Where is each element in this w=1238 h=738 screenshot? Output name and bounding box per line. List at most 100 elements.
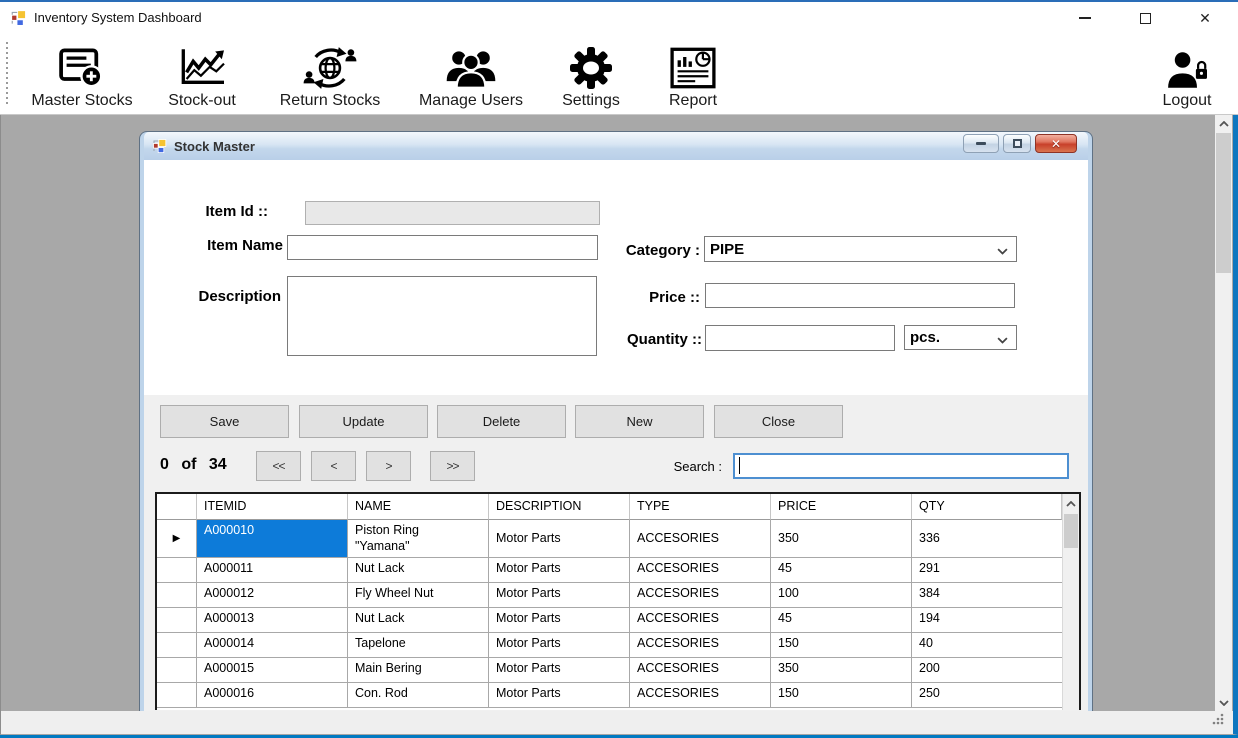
column-header[interactable]: QTY bbox=[912, 494, 1062, 520]
cell-name[interactable]: Nut Lack bbox=[348, 558, 489, 583]
cell-price[interactable]: 100 bbox=[771, 583, 912, 608]
quantity-field[interactable] bbox=[705, 325, 895, 351]
cell-description[interactable]: Motor Parts bbox=[489, 558, 630, 583]
cell-price[interactable]: 45 bbox=[771, 558, 912, 583]
update-button[interactable]: Update bbox=[299, 405, 428, 438]
toolbar-item-return-stocks[interactable]: Return Stocks bbox=[270, 38, 390, 110]
table-row[interactable]: A000013 Nut Lack Motor Parts ACCESORIES … bbox=[157, 608, 1062, 633]
column-header[interactable]: ITEMID bbox=[197, 494, 348, 520]
cell-description[interactable]: Motor Parts bbox=[489, 583, 630, 608]
category-dropdown[interactable]: PIPE bbox=[704, 236, 1017, 262]
table-row[interactable]: A000012 Fly Wheel Nut Motor Parts ACCESO… bbox=[157, 583, 1062, 608]
cell-qty[interactable]: 194 bbox=[912, 608, 1062, 633]
price-field[interactable] bbox=[705, 283, 1015, 308]
delete-button[interactable]: Delete bbox=[437, 405, 566, 438]
child-close-button[interactable]: ✕ bbox=[1035, 134, 1077, 153]
cell-itemid[interactable]: A000014 bbox=[197, 633, 348, 658]
cell-qty[interactable]: 250 bbox=[912, 683, 1062, 708]
cell-description[interactable]: Motor Parts bbox=[489, 683, 630, 708]
cell-price[interactable]: 150 bbox=[771, 683, 912, 708]
cell-name[interactable]: Nut Lack bbox=[348, 608, 489, 633]
cell-itemid[interactable]: A000013 bbox=[197, 608, 348, 633]
child-maximize-button[interactable] bbox=[1003, 134, 1031, 153]
scroll-up-icon[interactable] bbox=[1215, 115, 1232, 132]
toolbar-item-report[interactable]: Report bbox=[660, 38, 726, 110]
table-row[interactable]: A000014 Tapelone Motor Parts ACCESORIES … bbox=[157, 633, 1062, 658]
cell-type[interactable]: ACCESORIES bbox=[630, 658, 771, 683]
cell-type[interactable]: ACCESORIES bbox=[630, 520, 771, 558]
cell-type[interactable]: ACCESORIES bbox=[630, 608, 771, 633]
row-selector-cell[interactable] bbox=[157, 683, 197, 708]
unit-dropdown[interactable]: pcs. bbox=[904, 325, 1017, 350]
cell-name[interactable]: Fly Wheel Nut bbox=[348, 583, 489, 608]
table-row[interactable]: A000016 Con. Rod Motor Parts ACCESORIES … bbox=[157, 683, 1062, 708]
row-selector-cell[interactable] bbox=[157, 608, 197, 633]
cell-type[interactable]: ACCESORIES bbox=[630, 633, 771, 658]
close-button[interactable]: ✕ bbox=[1182, 2, 1228, 34]
cell-type[interactable]: ACCESORIES bbox=[630, 683, 771, 708]
previous-record-button[interactable]: < bbox=[311, 451, 356, 481]
toolbar-item-master-stocks[interactable]: Master Stocks bbox=[16, 38, 148, 110]
cell-price[interactable]: 350 bbox=[771, 658, 912, 683]
toolbar-grip[interactable] bbox=[6, 42, 8, 106]
next-record-button[interactable]: > bbox=[366, 451, 411, 481]
row-selector-cell[interactable]: ▶ bbox=[157, 520, 197, 558]
child-minimize-button[interactable] bbox=[963, 134, 999, 153]
toolbar-item-stock-out[interactable]: Stock-out bbox=[160, 38, 244, 110]
scroll-down-icon[interactable] bbox=[1215, 694, 1232, 711]
row-selector-cell[interactable] bbox=[157, 583, 197, 608]
cell-description[interactable]: Motor Parts bbox=[489, 658, 630, 683]
cell-description[interactable]: Motor Parts bbox=[489, 608, 630, 633]
minimize-button[interactable] bbox=[1062, 2, 1108, 34]
first-record-button[interactable]: << bbox=[256, 451, 301, 481]
row-selector-cell[interactable] bbox=[157, 558, 197, 583]
toolbar-item-settings[interactable]: Settings bbox=[556, 38, 626, 110]
cell-itemid[interactable]: A000011 bbox=[197, 558, 348, 583]
row-selector-cell[interactable] bbox=[157, 633, 197, 658]
cell-type[interactable]: ACCESORIES bbox=[630, 558, 771, 583]
row-selector-cell[interactable] bbox=[157, 658, 197, 683]
table-row[interactable]: A000015 Main Bering Motor Parts ACCESORI… bbox=[157, 658, 1062, 683]
table-row[interactable]: ▶ A000010 Piston Ring "Yamana" Motor Par… bbox=[157, 520, 1062, 558]
cell-type[interactable]: ACCESORIES bbox=[630, 583, 771, 608]
cell-price[interactable]: 150 bbox=[771, 633, 912, 658]
scroll-up-icon[interactable] bbox=[1063, 495, 1079, 512]
cell-itemid[interactable]: A000012 bbox=[197, 583, 348, 608]
cell-qty[interactable]: 291 bbox=[912, 558, 1062, 583]
column-header[interactable]: DESCRIPTION bbox=[489, 494, 630, 520]
mdi-scrollbar[interactable] bbox=[1215, 115, 1232, 711]
cell-itemid[interactable]: A000015 bbox=[197, 658, 348, 683]
cell-name[interactable]: Tapelone bbox=[348, 633, 489, 658]
close-button[interactable]: Close bbox=[714, 405, 843, 438]
maximize-button[interactable] bbox=[1122, 2, 1168, 34]
toolbar-item-manage-users[interactable]: Manage Users bbox=[412, 38, 530, 110]
cell-description[interactable]: Motor Parts bbox=[489, 520, 630, 558]
stock-master-titlebar[interactable]: Stock Master ✕ bbox=[144, 132, 1088, 160]
column-header[interactable]: NAME bbox=[348, 494, 489, 520]
cell-name[interactable]: Piston Ring "Yamana" bbox=[348, 520, 489, 558]
table-row[interactable]: A000011 Nut Lack Motor Parts ACCESORIES … bbox=[157, 558, 1062, 583]
cell-qty[interactable]: 40 bbox=[912, 633, 1062, 658]
column-header[interactable]: PRICE bbox=[771, 494, 912, 520]
cell-description[interactable]: Motor Parts bbox=[489, 633, 630, 658]
toolbar-item-logout[interactable]: Logout bbox=[1154, 38, 1220, 110]
cell-name[interactable]: Con. Rod bbox=[348, 683, 489, 708]
cell-qty[interactable]: 200 bbox=[912, 658, 1062, 683]
last-record-button[interactable]: >> bbox=[430, 451, 475, 481]
item-id-field[interactable] bbox=[305, 201, 600, 225]
cell-price[interactable]: 350 bbox=[771, 520, 912, 558]
cell-qty[interactable]: 336 bbox=[912, 520, 1062, 558]
scrollbar-thumb[interactable] bbox=[1216, 133, 1231, 273]
table-scrollbar[interactable] bbox=[1062, 494, 1079, 710]
cell-itemid[interactable]: A000016 bbox=[197, 683, 348, 708]
column-header[interactable]: TYPE bbox=[630, 494, 771, 520]
resize-grip-icon[interactable] bbox=[1211, 712, 1225, 731]
scrollbar-thumb[interactable] bbox=[1064, 514, 1078, 548]
cell-itemid[interactable]: A000010 bbox=[197, 520, 348, 558]
new-button[interactable]: New bbox=[575, 405, 704, 438]
cell-qty[interactable]: 384 bbox=[912, 583, 1062, 608]
cell-name[interactable]: Main Bering bbox=[348, 658, 489, 683]
cell-price[interactable]: 45 bbox=[771, 608, 912, 633]
search-input[interactable] bbox=[733, 453, 1069, 479]
save-button[interactable]: Save bbox=[160, 405, 289, 438]
